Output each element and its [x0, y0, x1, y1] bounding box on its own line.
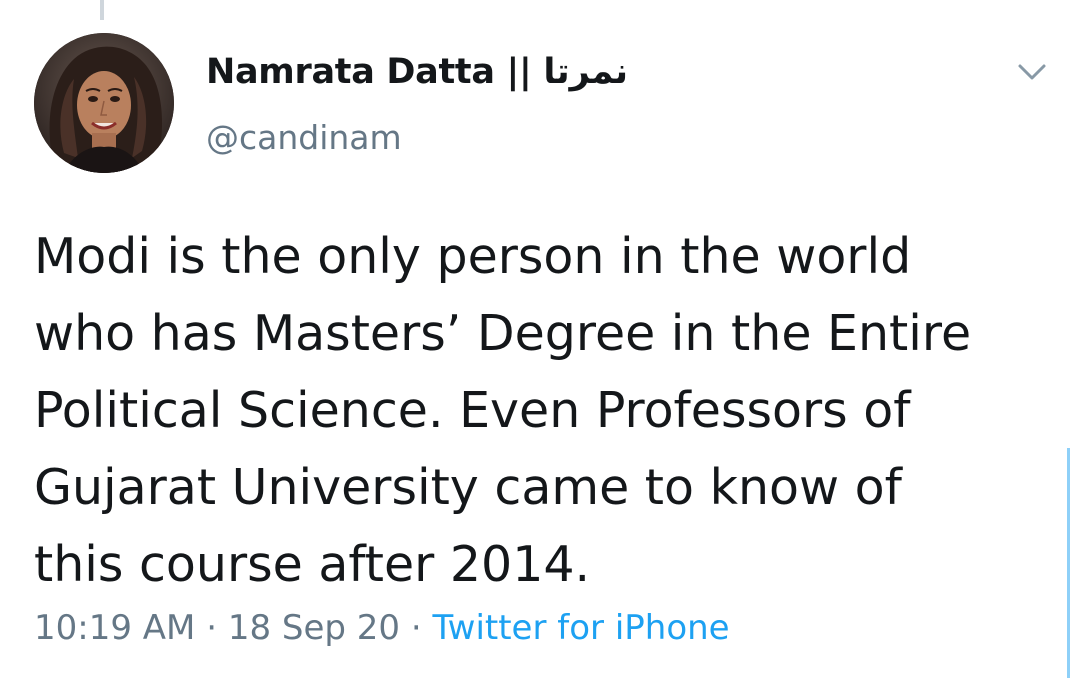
- display-name[interactable]: Namrata Datta || نمرتا: [206, 52, 628, 92]
- tweet-text-line: Gujarat University came to know of: [34, 459, 902, 516]
- tweet-date[interactable]: 18 Sep 20: [228, 608, 400, 648]
- chevron-down-icon[interactable]: [1012, 56, 1052, 88]
- thread-connector-line: [100, 0, 104, 20]
- tweet-text-line: Modi is the only person in the world: [34, 228, 912, 285]
- avatar[interactable]: [34, 33, 174, 173]
- tweet-metadata: 10:19 AM · 18 Sep 20 · Twitter for iPhon…: [34, 608, 730, 648]
- tweet-text-line: who has Masters’ Degree in the Entire: [34, 305, 972, 362]
- user-handle[interactable]: @candinam: [206, 118, 402, 157]
- tweet-time[interactable]: 10:19 AM: [34, 608, 195, 648]
- tweet-source-link[interactable]: Twitter for iPhone: [433, 608, 730, 648]
- tweet-text-line: this course after 2014.: [34, 536, 591, 593]
- meta-separator: ·: [206, 608, 218, 648]
- tweet-text-line: Political Science. Even Professors of: [34, 382, 911, 439]
- tweet-text: Modi is the only person in the world who…: [34, 218, 1059, 603]
- meta-separator: ·: [410, 608, 422, 648]
- avatar-photo: [34, 33, 174, 173]
